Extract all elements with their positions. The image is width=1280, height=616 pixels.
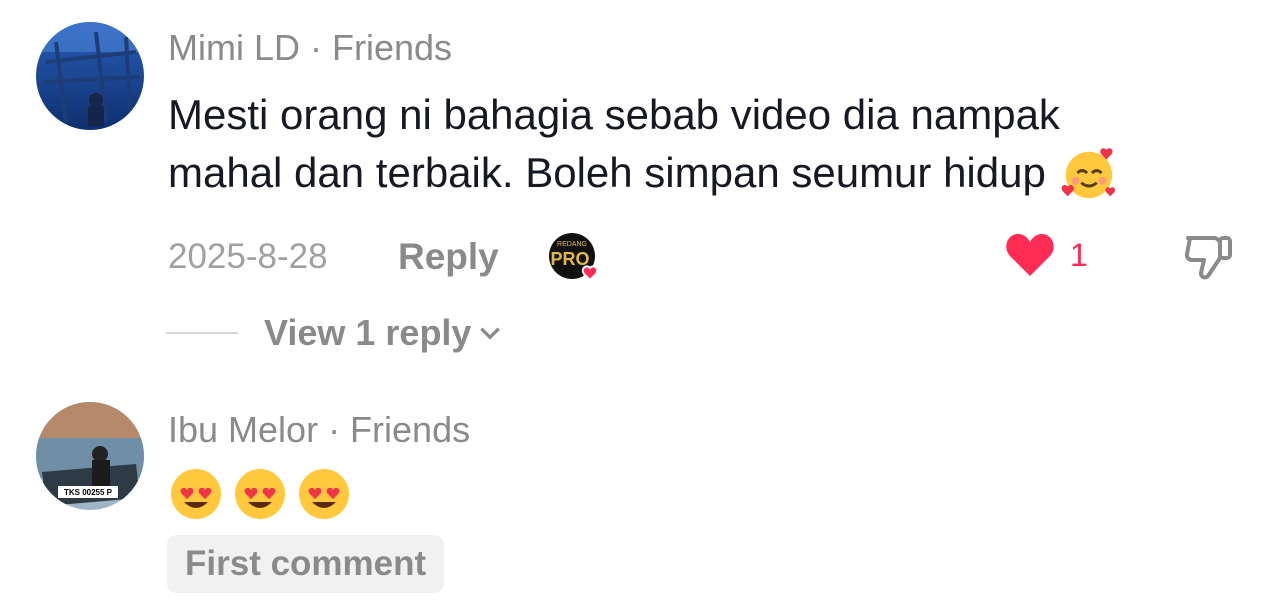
comment-text: Mesti orang ni bahagia sebab video dia n… <box>168 86 1118 202</box>
comment-date: 2025-8-28 <box>168 237 328 276</box>
like-button[interactable]: 1 <box>1004 232 1088 278</box>
comment-author[interactable]: Mimi LD · Friends <box>168 27 452 69</box>
svg-text:PRO: PRO <box>550 249 589 269</box>
reply-button[interactable]: Reply <box>398 236 499 278</box>
avatar-image <box>36 22 144 130</box>
creator-avatar-text: REDANG <box>557 241 587 248</box>
divider <box>166 332 238 334</box>
thumbs-down-icon <box>1184 236 1232 280</box>
heart-eyes-icon <box>171 469 221 519</box>
creator-avatar-icon: REDANG PRO <box>549 233 599 282</box>
heart-icon <box>1006 234 1054 276</box>
avatar[interactable] <box>36 22 144 130</box>
comment-item: TKS 00255 P Ibu Melor · Friends First co… <box>0 380 1280 616</box>
comment-text-line-content: mahal dan terbaik. Boleh simpan seumur h… <box>168 149 1046 196</box>
like-count: 1 <box>1070 236 1088 273</box>
creator-liked-indicator: REDANG PRO <box>548 232 599 282</box>
smiling-face-with-hearts-icon <box>1061 148 1115 199</box>
comment-text-line: mahal dan terbaik. Boleh simpan seumur h… <box>168 144 1118 202</box>
view-replies-button[interactable]: View 1 reply <box>166 312 503 354</box>
avatar[interactable]: TKS 00255 P <box>36 402 144 510</box>
comment-item: Mimi LD · Friends Mesti orang ni bahagia… <box>0 0 1280 380</box>
avatar-plate-text: TKS 00255 P <box>64 488 113 497</box>
avatar-image: TKS 00255 P <box>36 402 144 510</box>
dislike-button[interactable] <box>1182 232 1234 282</box>
comment-text-line: Mesti orang ni bahagia sebab video dia n… <box>168 91 1060 138</box>
first-comment-badge: First comment <box>167 535 445 593</box>
comment-emojis <box>170 468 362 520</box>
comment-author[interactable]: Ibu Melor · Friends <box>168 409 470 451</box>
view-replies-label: View 1 reply <box>264 312 472 353</box>
heart-eyes-icon <box>299 469 349 519</box>
chevron-down-icon <box>480 327 501 340</box>
heart-eyes-icon <box>235 469 285 519</box>
